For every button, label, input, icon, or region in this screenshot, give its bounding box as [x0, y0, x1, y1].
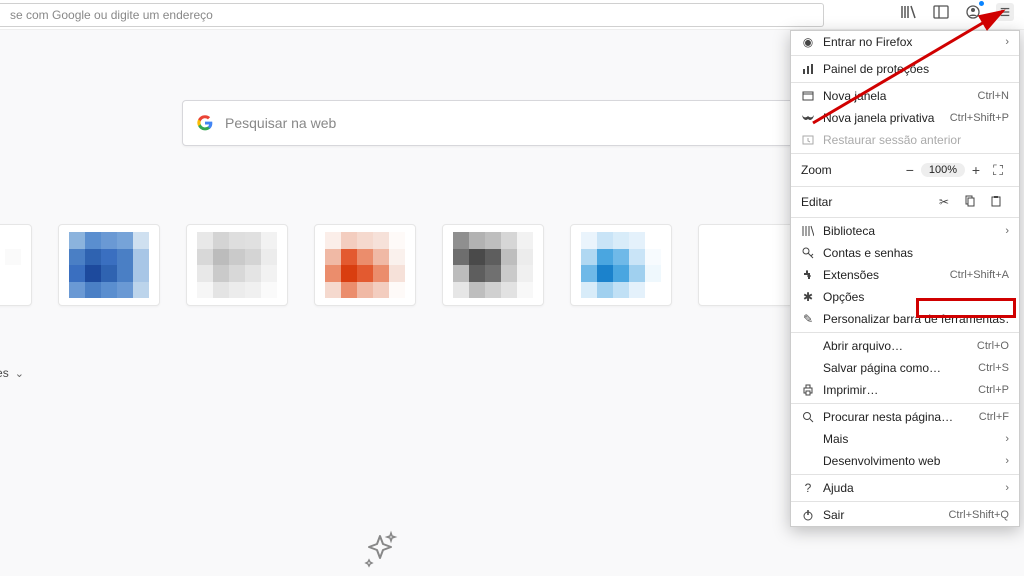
menu-restore-session: Restaurar sessão anterior: [791, 129, 1019, 151]
copy-icon[interactable]: [957, 195, 983, 210]
web-search-box[interactable]: Pesquisar na web →: [182, 100, 842, 146]
mask-icon: [801, 114, 815, 122]
menu-protections[interactable]: Painel de proteções: [791, 58, 1019, 80]
account-icon[interactable]: [964, 3, 982, 21]
separator: [791, 403, 1019, 404]
menu-new-window[interactable]: Nova janela Ctrl+N: [791, 85, 1019, 107]
menu-open-file[interactable]: Abrir arquivo… Ctrl+O: [791, 335, 1019, 357]
search-placeholder: Pesquisar na web: [225, 115, 807, 131]
topsite-tile[interactable]: [442, 224, 544, 306]
topsite-tile[interactable]: [570, 224, 672, 306]
separator: [791, 217, 1019, 218]
zoom-in-button[interactable]: +: [965, 162, 987, 178]
chevron-right-icon: ›: [1005, 36, 1009, 48]
topsite-tile[interactable]: [186, 224, 288, 306]
chevron-right-icon: ›: [1005, 433, 1009, 445]
menu-find[interactable]: Procurar nesta página… Ctrl+F: [791, 406, 1019, 428]
menu-webdev[interactable]: Desenvolvimento web ›: [791, 450, 1019, 472]
printer-icon: [801, 384, 815, 396]
separator: [791, 82, 1019, 83]
menu-addons[interactable]: Extensões Ctrl+Shift+A: [791, 264, 1019, 286]
browser-toolbar: se com Google ou digite um endereço: [0, 0, 1024, 30]
menu-new-private[interactable]: Nova janela privativa Ctrl+Shift+P: [791, 107, 1019, 129]
separator: [791, 332, 1019, 333]
chevron-right-icon: ›: [1005, 225, 1009, 237]
menu-edit-row: Editar ✂: [791, 189, 1019, 215]
paste-icon[interactable]: [983, 195, 1009, 210]
url-placeholder: se com Google ou digite um endereço: [10, 8, 213, 22]
gear-icon: ✱: [801, 290, 815, 304]
topsite-tile[interactable]: [0, 224, 32, 306]
fullscreen-icon[interactable]: ⛶: [987, 162, 1009, 179]
library-icon: [801, 225, 815, 237]
brush-icon: ✎: [801, 312, 815, 326]
menu-library[interactable]: Biblioteca ›: [791, 220, 1019, 242]
menu-options[interactable]: ✱ Opções: [791, 286, 1019, 308]
menu-customize[interactable]: ✎ Personalizar barra de ferramentas…: [791, 308, 1019, 330]
menu-signin[interactable]: ◉ Entrar no Firefox ›: [791, 31, 1019, 53]
menu-more[interactable]: Mais ›: [791, 428, 1019, 450]
separator: [791, 153, 1019, 154]
cut-icon[interactable]: ✂: [931, 195, 957, 209]
separator: [791, 474, 1019, 475]
hamburger-menu-icon[interactable]: [996, 3, 1014, 21]
menu-quit[interactable]: Sair Ctrl+Shift+Q: [791, 504, 1019, 526]
account-icon: ◉: [801, 35, 815, 49]
menu-logins[interactable]: Contas e senhas: [791, 242, 1019, 264]
zoom-out-button[interactable]: −: [899, 162, 921, 178]
restore-icon: [801, 134, 815, 146]
google-logo-icon: [197, 115, 213, 131]
menu-zoom-row: Zoom − 100% + ⛶: [791, 156, 1019, 184]
chevron-down-icon: ⌄: [15, 367, 24, 380]
topsite-tile-empty[interactable]: [698, 224, 800, 306]
zoom-level[interactable]: 100%: [921, 163, 965, 177]
power-icon: [801, 509, 815, 521]
menu-save-as[interactable]: Salvar página como… Ctrl+S: [791, 357, 1019, 379]
separator: [791, 501, 1019, 502]
separator: [791, 186, 1019, 187]
library-icon[interactable]: [900, 3, 918, 21]
address-bar[interactable]: se com Google ou digite um endereço: [0, 3, 824, 27]
topsite-tile[interactable]: [58, 224, 160, 306]
separator: [791, 55, 1019, 56]
sidebar-icon[interactable]: [932, 3, 950, 21]
window-icon: [801, 90, 815, 102]
key-icon: [801, 247, 815, 259]
app-menu-panel: ◉ Entrar no Firefox › Painel de proteçõe…: [790, 30, 1020, 527]
chevron-right-icon: ›: [1005, 482, 1009, 494]
search-icon: [801, 411, 815, 423]
sparkle-icon: [360, 530, 400, 570]
menu-print[interactable]: Imprimir… Ctrl+P: [791, 379, 1019, 401]
chevron-right-icon: ›: [1005, 455, 1009, 467]
topsite-tile[interactable]: [314, 224, 416, 306]
puzzle-icon: [801, 269, 815, 281]
chart-icon: [801, 63, 815, 75]
menu-help[interactable]: ? Ajuda ›: [791, 477, 1019, 499]
help-icon: ?: [801, 481, 815, 495]
